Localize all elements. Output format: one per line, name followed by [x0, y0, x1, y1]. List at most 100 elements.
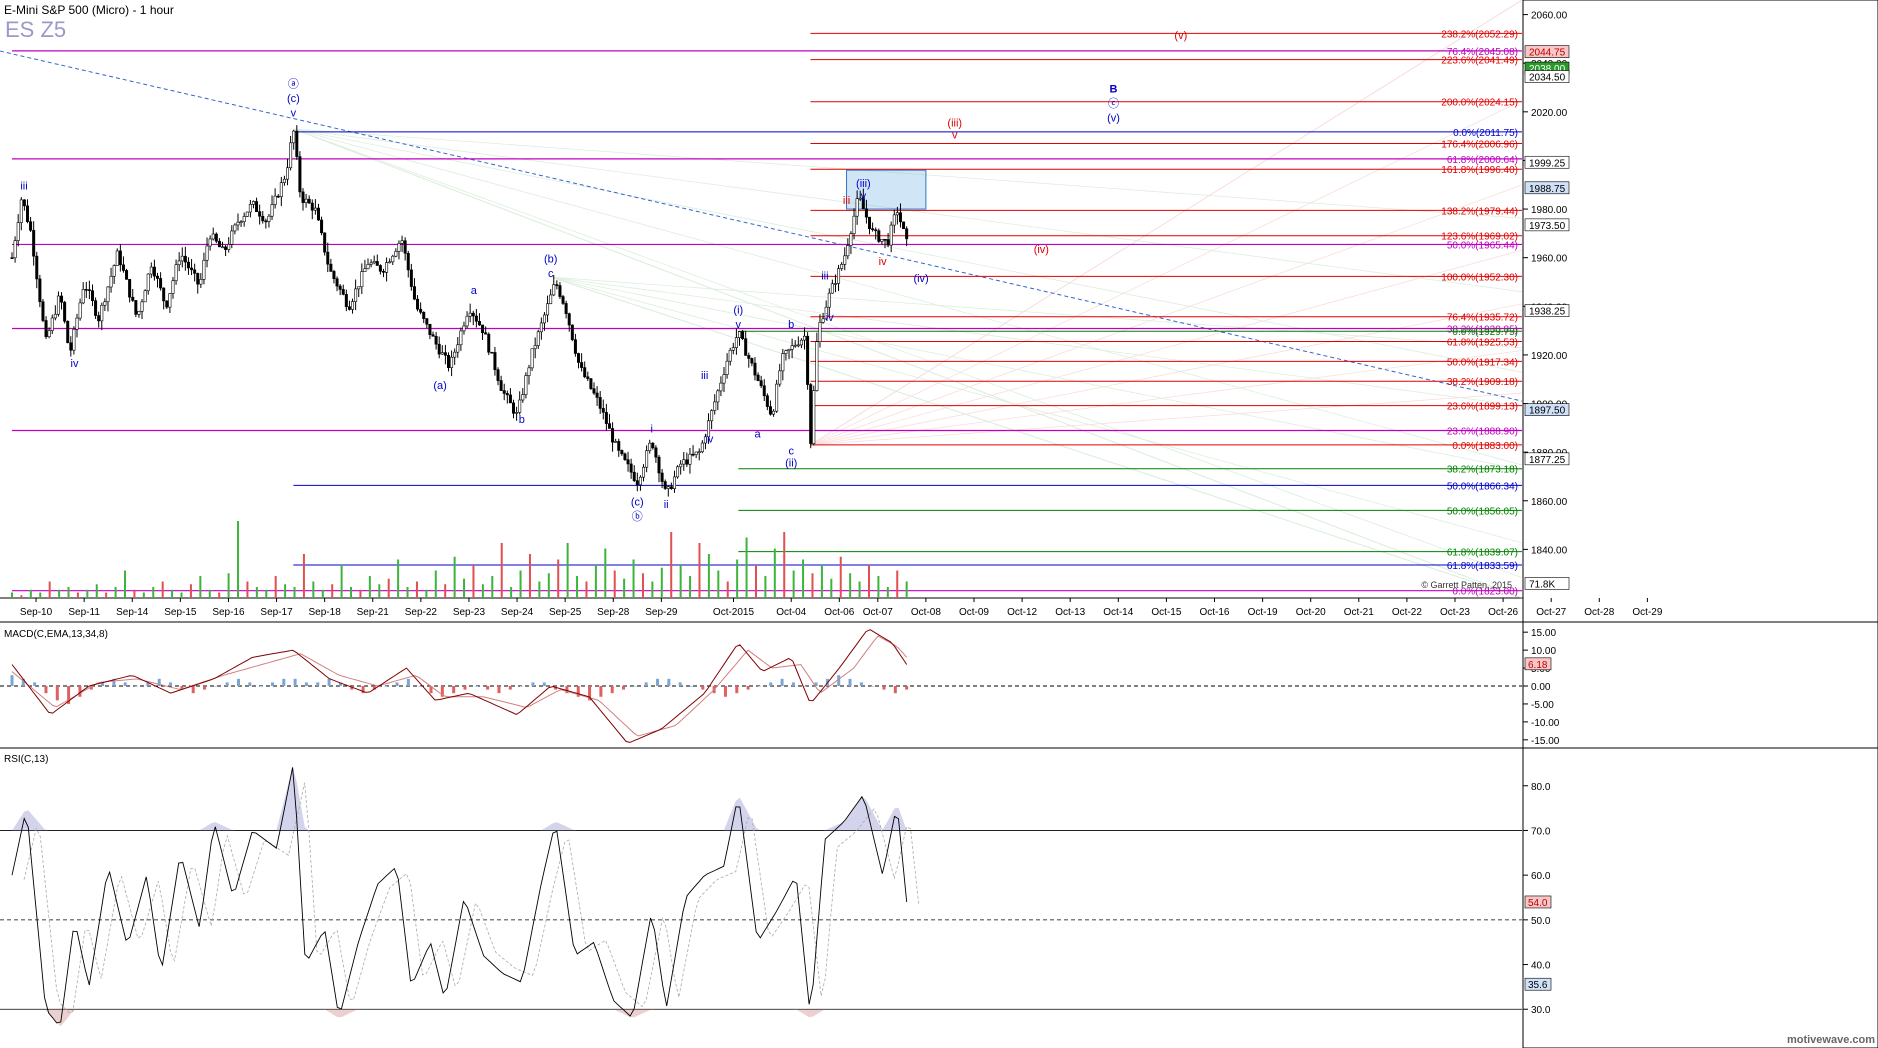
candle-body: [598, 397, 602, 409]
candle-body: [248, 204, 252, 213]
candle-body: [227, 244, 231, 250]
date-tick-label: Oct-27: [1536, 607, 1566, 618]
candle-body: [97, 315, 101, 322]
volume-bar: [321, 589, 324, 598]
candle-body: [304, 198, 308, 203]
date-tick-label: Sep-16: [212, 607, 245, 618]
candle-body: [784, 350, 788, 354]
volume-bar: [133, 589, 136, 598]
date-tick-label: Sep-25: [549, 607, 582, 618]
volume-bar: [783, 532, 786, 598]
candle-body: [230, 230, 234, 245]
candle-body: [35, 255, 39, 280]
candle-body: [573, 339, 577, 354]
candle-body: [790, 345, 794, 350]
candle-body: [849, 233, 853, 246]
macd-hist-bar: [406, 678, 410, 686]
candle-body: [552, 284, 556, 296]
macd-hist-bar: [55, 686, 59, 701]
volume-bar: [905, 581, 908, 598]
volume-bar: [839, 556, 842, 598]
price-tick-label: 2020.00: [1531, 108, 1568, 119]
candle-body: [186, 261, 190, 269]
candle-body: [577, 353, 581, 363]
wave-label: c: [548, 268, 554, 280]
candle-body: [307, 198, 311, 204]
candle-body: [177, 260, 181, 266]
candle-body: [75, 317, 79, 330]
macd-hist-bar: [701, 686, 705, 690]
macd-hist-bar: [882, 686, 886, 690]
volume-bar: [754, 565, 757, 598]
candle-body: [666, 486, 670, 489]
volume-bar: [736, 559, 739, 598]
fib-level-label: 0.0%(1883.00): [1452, 441, 1518, 452]
candle-body: [837, 268, 841, 284]
candle-body: [251, 201, 255, 205]
volume-bar: [331, 584, 334, 598]
candle-body: [152, 266, 156, 277]
volume-bar: [717, 570, 720, 598]
candle-body: [827, 292, 831, 308]
fib-level-label: 61.8%(2000.64): [1447, 155, 1518, 166]
fib-level-label: 50.0%(1856.05): [1447, 506, 1518, 517]
candle-body: [47, 330, 51, 338]
candle-body: [688, 453, 692, 465]
candle-body: [679, 463, 683, 468]
candle-body: [753, 362, 757, 376]
candle-body: [443, 352, 447, 356]
candle-body: [162, 287, 166, 302]
macd-hist-bar: [270, 682, 274, 686]
rsi-tick-label: 70.0: [1531, 826, 1551, 837]
rsi-value-label: 54.0: [1528, 898, 1548, 909]
wave-label: v: [952, 130, 958, 142]
candle-body: [180, 255, 184, 262]
wave-label: v: [736, 319, 742, 331]
candle-body: [874, 229, 878, 232]
volume-bar: [726, 581, 729, 598]
candle-body: [549, 294, 553, 305]
price-badge-label: 2034.50: [1529, 73, 1566, 84]
macd-hist-bar: [474, 686, 478, 687]
candle-body: [555, 284, 559, 286]
volume-bar: [284, 584, 287, 598]
candle-body: [193, 269, 197, 274]
candle-body: [78, 302, 82, 319]
volume-bar: [29, 589, 32, 598]
candle-body: [224, 246, 228, 250]
candle-body: [731, 347, 735, 351]
candle-body: [694, 451, 698, 456]
candle-body: [570, 324, 574, 340]
volume-bar: [86, 589, 89, 598]
candle-body: [536, 331, 540, 346]
volume-bar: [811, 573, 814, 598]
candle-body: [412, 286, 416, 300]
wave-label: (iv): [913, 273, 928, 285]
price-tick-label: 1960.00: [1531, 254, 1568, 265]
date-tick-label: Sep-22: [405, 607, 438, 618]
candle-body: [94, 300, 98, 316]
price-badge-label: 71.8K: [1529, 579, 1555, 590]
volume-bar: [76, 592, 79, 598]
candle-body: [607, 423, 611, 429]
price-badge-label: 2044.75: [1529, 48, 1566, 59]
wave-label: iii: [843, 195, 850, 207]
wave-label: (c): [287, 93, 300, 105]
volume-bar: [641, 573, 644, 598]
chart-canvas[interactable]: 238.2%(2052.29)223.6%(2041.49)200.0%(202…: [0, 0, 1878, 1048]
price-badge-label: 1973.50: [1529, 221, 1566, 232]
volume-bar: [312, 581, 315, 598]
candle-body: [617, 441, 621, 451]
candle-body: [623, 453, 627, 460]
candle-body: [638, 476, 642, 486]
volume-bar: [227, 573, 230, 598]
macd-hist-bar: [859, 682, 863, 686]
candle-body: [459, 330, 463, 346]
candle-body: [762, 385, 766, 397]
candle-body: [121, 264, 125, 271]
candle-body: [682, 459, 686, 465]
candle-body: [905, 228, 909, 240]
macd-value-label: 6.18: [1528, 660, 1548, 671]
macd-hist-bar: [316, 682, 320, 686]
candle-body: [453, 351, 457, 358]
